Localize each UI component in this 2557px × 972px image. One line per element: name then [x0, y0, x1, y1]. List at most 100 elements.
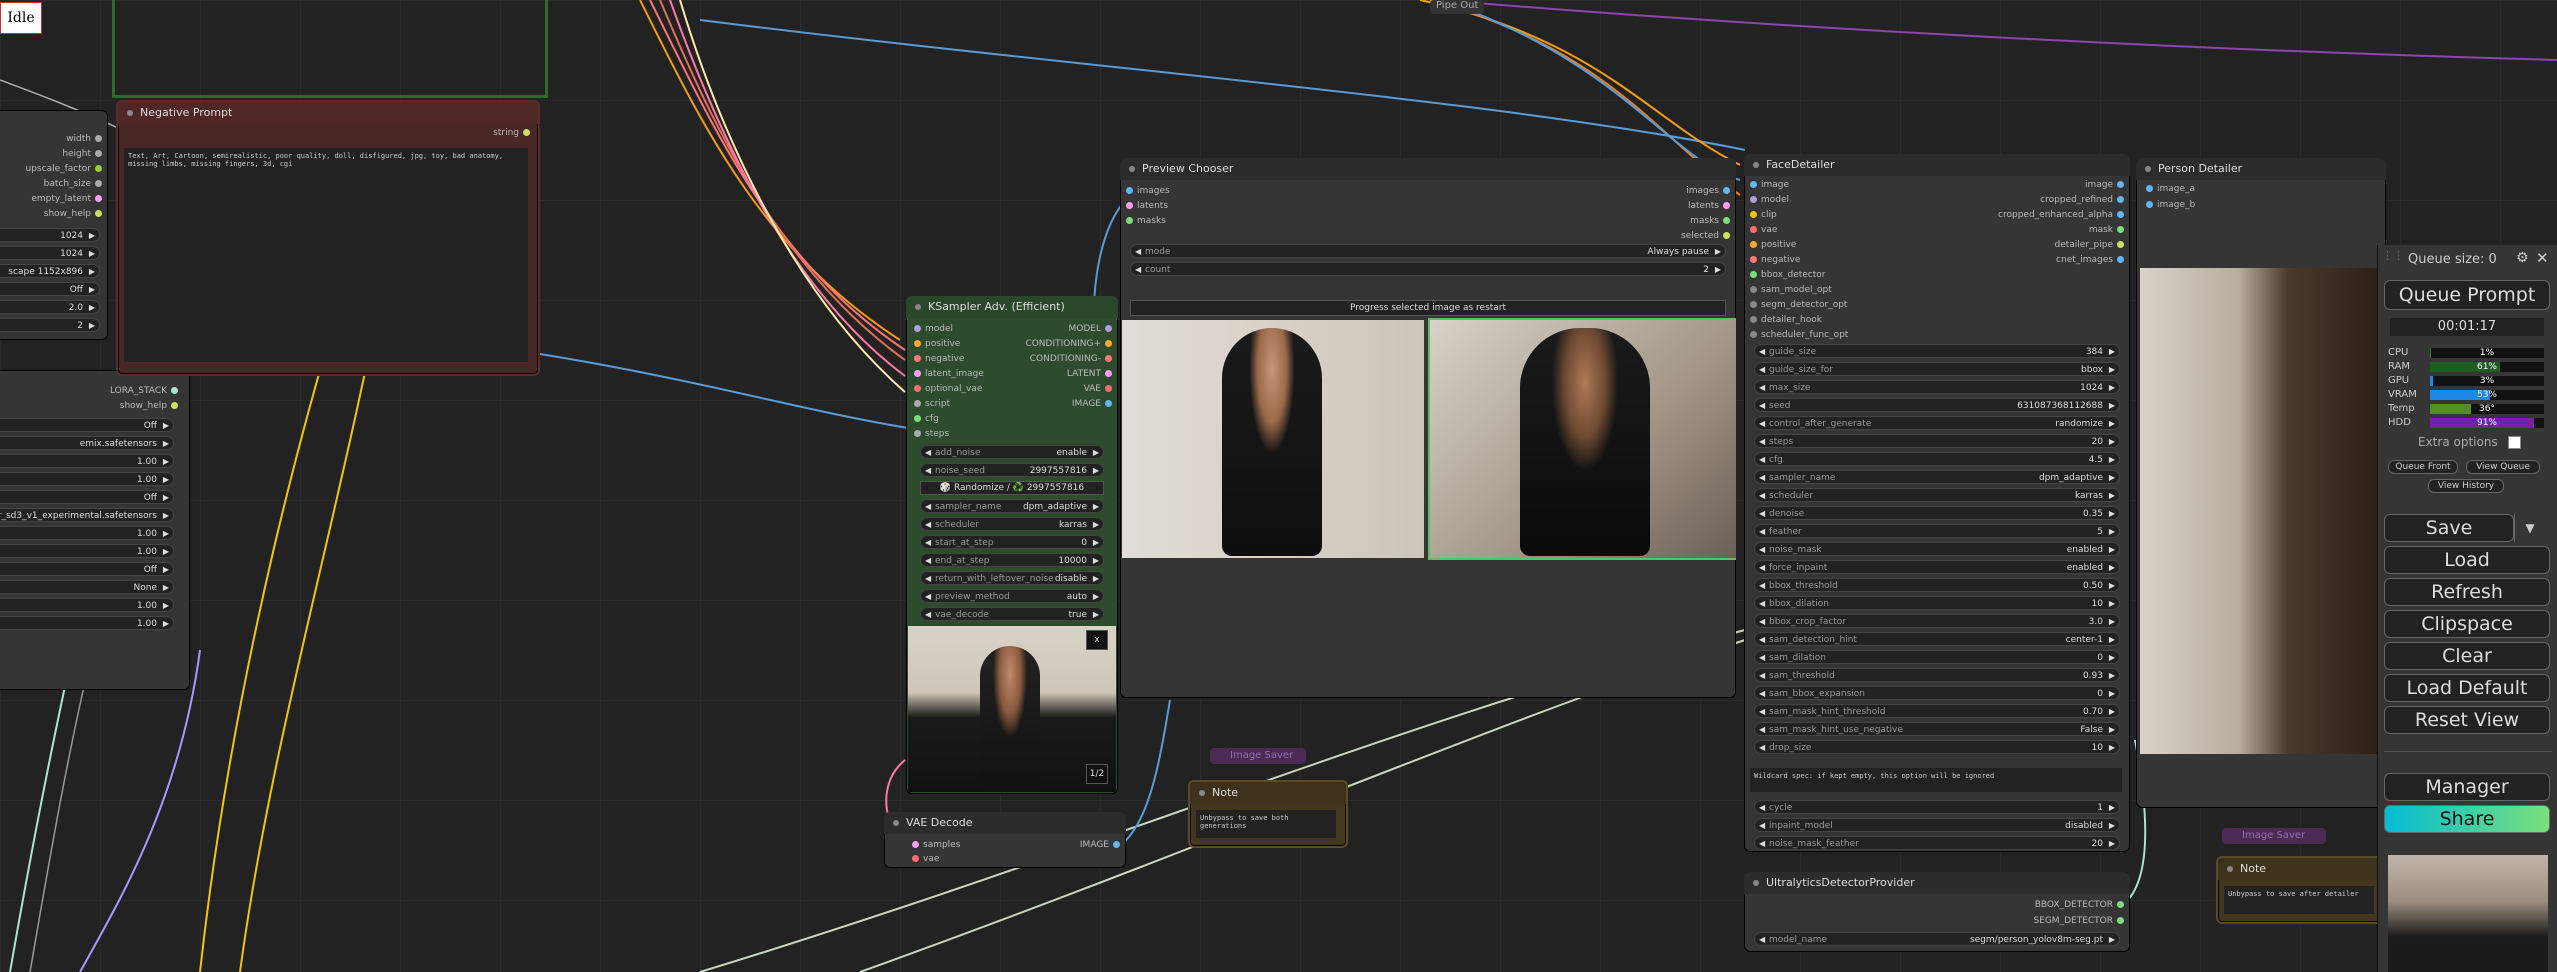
- output-pin[interactable]: [95, 210, 102, 217]
- input-pin[interactable]: [914, 385, 921, 392]
- decrement-arrow-icon[interactable]: ◀: [1759, 615, 1765, 629]
- output-show-help[interactable]: show_help: [120, 401, 182, 411]
- increment-arrow-icon[interactable]: ▶: [163, 545, 169, 559]
- decrement-arrow-icon[interactable]: ◀: [1759, 453, 1765, 467]
- save-button[interactable]: Save: [2384, 514, 2514, 542]
- decrement-arrow-icon[interactable]: ◀: [1759, 669, 1765, 683]
- preview-image-2-selected[interactable]: [1428, 318, 1736, 560]
- increment-arrow-icon[interactable]: ▶: [2109, 633, 2115, 647]
- left-widget[interactable]: Off ▶: [0, 282, 100, 296]
- negative-prompt-textarea[interactable]: Text, Art, Cartoon, semirealistic, poor …: [124, 148, 528, 362]
- sam-threshold-widget[interactable]: ◀ sam_threshold 0.93 ▶: [1754, 668, 2120, 682]
- output-latent[interactable]: LATENT: [1067, 369, 1116, 379]
- decrement-arrow-icon[interactable]: ◀: [925, 536, 931, 550]
- increment-arrow-icon[interactable]: ▶: [2109, 561, 2115, 575]
- decrement-arrow-icon[interactable]: ◀: [925, 590, 931, 604]
- input-pin[interactable]: [1750, 286, 1757, 293]
- bbox-crop-factor-widget[interactable]: ◀ bbox_crop_factor 3.0 ▶: [1754, 614, 2120, 628]
- increment-arrow-icon[interactable]: ▶: [2109, 507, 2115, 521]
- lora-widget[interactable]: 1.00 ▶: [0, 454, 174, 468]
- refresh-button[interactable]: Refresh: [2384, 578, 2550, 606]
- output-model[interactable]: MODEL: [1069, 324, 1116, 334]
- face-detailer-node[interactable]: FaceDetailer Wildcard spec: if kept empt…: [1744, 154, 2130, 852]
- input-image[interactable]: image: [1746, 180, 1789, 190]
- preview-chooser-node[interactable]: Preview Chooser ◀ mode Always pause ▶ ◀ coun…: [1120, 158, 1736, 698]
- output-image[interactable]: IMAGE: [1080, 840, 1124, 850]
- input-positive[interactable]: positive: [1746, 240, 1796, 250]
- reset-view-button[interactable]: Reset View: [2384, 706, 2550, 734]
- decrement-arrow-icon[interactable]: ◀: [925, 518, 931, 532]
- node-collapse-dot[interactable]: [1753, 880, 1759, 886]
- load-default-button[interactable]: Load Default: [2384, 674, 2550, 702]
- decrement-arrow-icon[interactable]: ◀: [925, 464, 931, 478]
- left-widget[interactable]: 2 ▶: [0, 318, 100, 332]
- decrement-arrow-icon[interactable]: ◀: [1759, 723, 1765, 737]
- clear-button[interactable]: Clear: [2384, 642, 2550, 670]
- node-collapse-dot[interactable]: [2227, 866, 2233, 872]
- output-masks[interactable]: masks: [1690, 216, 1734, 226]
- increment-arrow-icon[interactable]: ▶: [2109, 819, 2115, 833]
- input-empty-latent[interactable]: empty_latent: [31, 194, 106, 204]
- queue-front-button[interactable]: Queue Front: [2388, 460, 2458, 474]
- return-with-leftover-noise-widget[interactable]: ◀ return_with_leftover_noise disable ▶: [920, 571, 1104, 585]
- increment-arrow-icon[interactable]: ▶: [89, 319, 95, 333]
- increment-arrow-icon[interactable]: ▶: [89, 247, 95, 261]
- increment-arrow-icon[interactable]: ▶: [1093, 518, 1099, 532]
- increment-arrow-icon[interactable]: ▶: [163, 563, 169, 577]
- decrement-arrow-icon[interactable]: ◀: [1759, 651, 1765, 665]
- increment-arrow-icon[interactable]: ▶: [2109, 651, 2115, 665]
- output-pin[interactable]: [1723, 187, 1730, 194]
- output-string[interactable]: string: [493, 128, 534, 138]
- increment-arrow-icon[interactable]: ▶: [163, 419, 169, 433]
- left-widget[interactable]: 1024 ▶: [0, 246, 100, 260]
- preview-method-widget[interactable]: ◀ preview_method auto ▶: [920, 589, 1104, 603]
- increment-arrow-icon[interactable]: ▶: [89, 283, 95, 297]
- input-height[interactable]: height: [62, 149, 106, 159]
- input-pin[interactable]: [1750, 241, 1757, 248]
- output-detailer-pipe[interactable]: detailer_pipe: [2055, 240, 2129, 250]
- input-pin[interactable]: [1126, 202, 1133, 209]
- close-icon[interactable]: ✕: [2536, 249, 2549, 267]
- increment-arrow-icon[interactable]: ▶: [1093, 536, 1099, 550]
- output-pin[interactable]: [95, 180, 102, 187]
- lora-stack-node[interactable]: LORA_STACK show_help Off ▶ emix.safetensors ▶…: [0, 370, 190, 690]
- increment-arrow-icon[interactable]: ▶: [2109, 525, 2115, 539]
- image-saver-node-bypassed[interactable]: Image Saver: [2222, 828, 2326, 844]
- input-segm-detector-opt[interactable]: segm_detector_opt: [1746, 300, 1847, 310]
- vae-decode-widget[interactable]: ◀ vae_decode true ▶: [920, 607, 1104, 621]
- max-size-widget[interactable]: ◀ max_size 1024 ▶: [1754, 380, 2120, 394]
- input-samples[interactable]: samples: [908, 840, 960, 850]
- increment-arrow-icon[interactable]: ▶: [2109, 543, 2115, 557]
- increment-arrow-icon[interactable]: ▶: [163, 455, 169, 469]
- output-pin[interactable]: [1105, 325, 1112, 332]
- increment-arrow-icon[interactable]: ▶: [1093, 464, 1099, 478]
- lora-widget[interactable]: er_sd3_v1_experimental.safetensors ▶: [0, 508, 174, 522]
- input-pin[interactable]: [1750, 271, 1757, 278]
- lora-widget[interactable]: 1.00 ▶: [0, 526, 174, 540]
- node-collapse-dot[interactable]: [893, 820, 899, 826]
- input-detailer-hook[interactable]: detailer_hook: [1746, 315, 1822, 325]
- input-pin[interactable]: [1750, 331, 1757, 338]
- start-at-step-widget[interactable]: ◀ start_at_step 0 ▶: [920, 535, 1104, 549]
- comparer-image[interactable]: [2140, 268, 2386, 754]
- decrement-arrow-icon[interactable]: ◀: [1759, 597, 1765, 611]
- count-widget[interactable]: ◀ count 2 ▶: [1130, 262, 1726, 276]
- output-image[interactable]: IMAGE: [1072, 399, 1116, 409]
- drop-size-widget[interactable]: ◀ drop_size 10 ▶: [1754, 740, 2120, 754]
- control-after-generate-widget[interactable]: ◀ control_after_generate randomize ▶: [1754, 416, 2120, 430]
- decrement-arrow-icon[interactable]: ◀: [1759, 345, 1765, 359]
- close-preview-button[interactable]: x: [1086, 630, 1108, 650]
- output-pin[interactable]: [1105, 385, 1112, 392]
- input-images[interactable]: images: [1122, 186, 1170, 196]
- pipe-out-node-title[interactable]: Pipe Out: [1430, 0, 1485, 14]
- decrement-arrow-icon[interactable]: ◀: [1759, 801, 1765, 815]
- extra-options-checkbox[interactable]: [2508, 436, 2521, 449]
- input-model[interactable]: model: [910, 324, 953, 334]
- output-pin[interactable]: [2117, 226, 2124, 233]
- bbox-threshold-widget[interactable]: ◀ bbox_threshold 0.50 ▶: [1754, 578, 2120, 592]
- output-pin[interactable]: [1105, 340, 1112, 347]
- wildcard-textarea[interactable]: Wildcard spec: if kept empty, this optio…: [1750, 768, 2122, 792]
- increment-arrow-icon[interactable]: ▶: [2109, 363, 2115, 377]
- increment-arrow-icon[interactable]: ▶: [2109, 723, 2115, 737]
- output-pin[interactable]: [2117, 196, 2124, 203]
